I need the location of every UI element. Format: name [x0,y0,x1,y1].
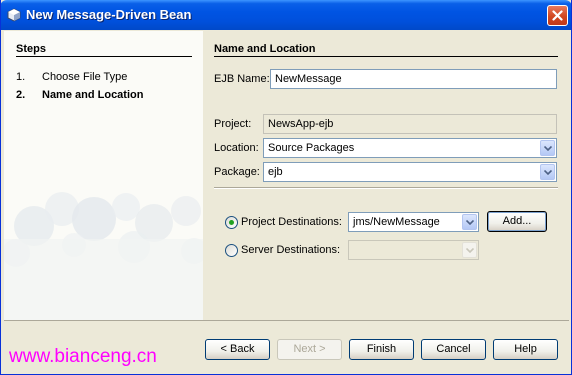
location-value: Source Packages [268,142,355,154]
step-name-and-location: 2. Name and Location [16,89,143,101]
window-title: New Message-Driven Bean [26,7,192,22]
title-bar[interactable]: New Message-Driven Bean [1,0,571,30]
server-destinations-radio[interactable] [225,244,238,257]
help-button[interactable]: Help [493,339,558,360]
button-bar-separator [4,320,569,321]
add-destination-button[interactable]: Add... [487,211,547,232]
steps-heading: Steps [16,43,46,55]
project-destinations-combo[interactable]: jms/NewMessage [348,212,479,232]
project-label: Project: [214,118,252,130]
bean-icon [7,8,21,22]
section-separator [214,187,558,189]
project-field: NewsApp-ejb [263,114,557,134]
name-location-panel: Name and Location EJB Name: Project: New… [203,31,569,320]
package-value: ejb [268,166,283,178]
finish-button[interactable]: Finish [349,339,414,360]
chevron-down-icon [462,242,477,258]
location-combo[interactable]: Source Packages [263,138,557,158]
project-destinations-label[interactable]: Project Destinations: [241,216,342,228]
decorative-bubbles [4,192,203,320]
next-button[interactable]: Next > [277,339,342,360]
watermark-text: www.bianceng.cn [9,346,157,367]
ejb-name-input[interactable] [270,69,557,89]
steps-divider [16,56,192,57]
back-button[interactable]: < Back [205,339,270,360]
panel-heading: Name and Location [214,43,316,55]
location-label: Location: [214,142,259,154]
server-destinations-combo [348,240,479,260]
step-label: Choose File Type [42,71,128,83]
chevron-down-icon[interactable] [540,164,555,180]
step-number: 2. [16,89,26,101]
panel-divider [214,56,558,57]
close-button[interactable] [547,5,568,26]
package-label: Package: [214,166,260,178]
step-choose-file-type: 1. Choose File Type [16,71,127,83]
chevron-down-icon[interactable] [462,214,477,230]
steps-panel: Steps 1. Choose File Type 2. Name and Loca… [4,31,203,320]
step-label: Name and Location [42,89,144,101]
project-destination-value: jms/NewMessage [353,216,440,228]
project-destinations-radio[interactable] [225,216,238,229]
chevron-down-icon[interactable] [540,140,555,156]
step-number: 1. [16,71,26,83]
dialog-window: New Message-Driven Bean Steps 1. Choose F… [0,0,572,375]
close-icon [552,10,563,21]
cancel-button[interactable]: Cancel [421,339,486,360]
radio-selected-dot [229,220,234,225]
ejb-name-label: EJB Name: [214,73,270,85]
package-combo[interactable]: ejb [263,162,557,182]
server-destinations-label[interactable]: Server Destinations: [241,244,340,256]
